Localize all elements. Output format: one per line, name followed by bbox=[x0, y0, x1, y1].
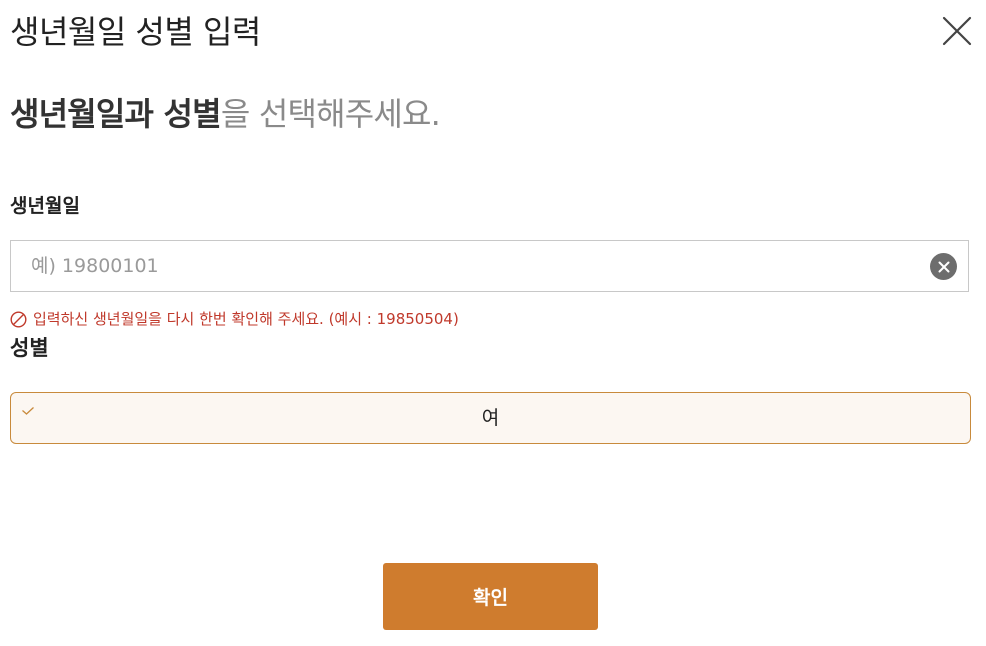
modal-title: 생년월일 성별 입력 bbox=[10, 13, 261, 51]
gender-label: 성별 bbox=[10, 336, 49, 360]
gender-selected-value: 여 bbox=[481, 407, 500, 429]
birthdate-field bbox=[10, 240, 969, 292]
birthdate-label: 생년월일 bbox=[10, 195, 80, 217]
birth-gender-modal: 생년월일 성별 입력 생년월일과 성별을 선택해주세요. 생년월일 예) 198… bbox=[0, 0, 986, 646]
birthdate-error: 입력하신 생년월일을 다시 한번 확인해 주세요. (예시 : 19850504… bbox=[10, 309, 459, 329]
close-button[interactable] bbox=[936, 10, 978, 52]
headline: 생년월일과 성별을 선택해주세요. bbox=[10, 88, 441, 140]
gender-select[interactable]: 여 bbox=[10, 392, 971, 444]
birthdate-error-text: 입력하신 생년월일을 다시 한번 확인해 주세요. (예시 : 19850504… bbox=[33, 310, 459, 328]
confirm-button[interactable]: 확인 bbox=[383, 563, 598, 630]
close-icon bbox=[942, 16, 972, 46]
birthdate-input[interactable] bbox=[11, 241, 931, 291]
clear-input-button[interactable] bbox=[930, 253, 957, 280]
prohibited-icon bbox=[10, 310, 27, 328]
headline-light: 을 선택해주세요. bbox=[220, 95, 441, 133]
clear-icon bbox=[938, 261, 950, 273]
headline-strong: 생년월일과 성별 bbox=[10, 95, 222, 133]
